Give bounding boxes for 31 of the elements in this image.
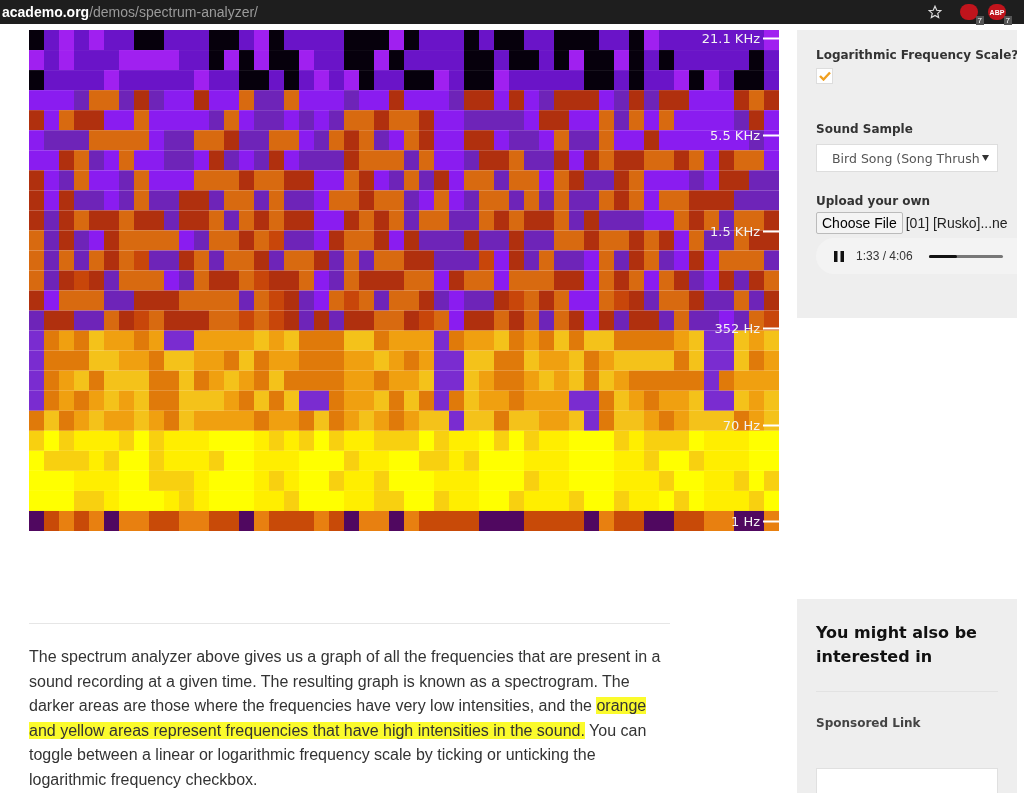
count-badge: 7 [975,16,984,25]
axis-label: 21.1 KHz [701,30,760,46]
related-title: You might also be interested in [816,621,998,692]
upload-label: Upload your own [816,194,932,208]
url-text[interactable]: academo.org/demos/spectrum-analyzer/ [2,4,258,20]
choose-file-button[interactable]: Choose File [816,212,903,234]
tick-mark [763,134,779,136]
axis-label: 70 Hz [722,417,760,433]
tick-mark [763,37,779,39]
tick-mark [763,424,779,426]
axis-label: 352 Hz [714,320,760,336]
tick-mark [763,230,779,232]
axis-label: 5.5 KHz [710,127,760,143]
playback-time: 1:33 / 4:06 [856,249,913,263]
checkmark-icon [818,71,831,81]
pause-icon[interactable] [834,250,844,262]
seek-bar[interactable] [928,254,1003,258]
article-paragraph: The spectrum analyzer above gives us a graph of all the frequencies that are present in a sound recording at a given time. The resulting graph is known as a spectrogram. The darker areas are those where the frequencies have very low intensities, and the orange and yellow areas represent frequencies that have high intensities in the sound. You can toggle between a linear or logarithmic frequency scale by ticking or unticking the logarithmic frequency checkbox. [29,647,662,790]
tick-mark [763,327,779,329]
axis-label: 1.5 KHz [710,223,760,239]
file-name: [01] [Rusko]...ne [905,215,1008,231]
extension-icon[interactable] [960,4,978,20]
checkbox-label: Logarithmic Frequency Scale? [816,48,1017,62]
star-icon[interactable] [928,5,942,19]
sound-sample-dropdown[interactable]: Bird Song (Song Thrush [816,144,998,172]
caret-icon [982,155,989,161]
sponsored-label: Sponsored Link [816,716,922,730]
count-badge: 7 [1003,16,1012,25]
select-label: Sound Sample [816,122,914,136]
tick-mark [763,520,779,522]
log-scale-checkbox[interactable] [816,68,833,84]
